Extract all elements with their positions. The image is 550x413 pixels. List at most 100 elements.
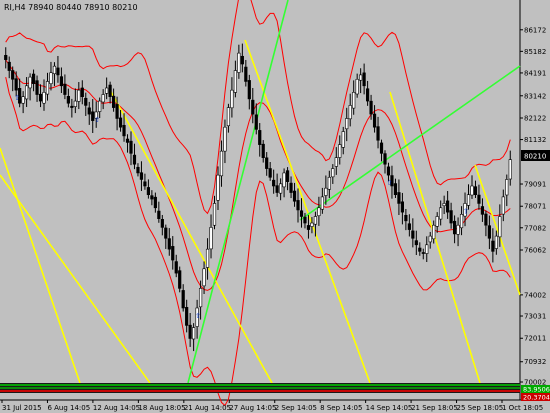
- candle-body: [282, 172, 286, 188]
- candle-body: [435, 216, 439, 227]
- candle-body: [160, 219, 164, 228]
- candle-body: [198, 288, 203, 308]
- candle-body: [188, 324, 192, 339]
- indicator-strip: [0, 383, 520, 393]
- candle-body: [418, 247, 422, 252]
- candle-body: [449, 210, 453, 224]
- candle-body: [181, 290, 185, 309]
- price-tick-label: 85182: [524, 48, 546, 56]
- candle-body: [341, 131, 345, 148]
- chart-window[interactable]: ⇧ ⇧ ⇧ ⇧ ⇧ RI,H4 78940 80440 78910 80210 8617…: [0, 0, 550, 413]
- candle-body: [470, 185, 474, 196]
- candle-body: [4, 55, 8, 60]
- candle-body: [369, 100, 373, 115]
- candle-body: [164, 227, 168, 239]
- candle-body: [498, 216, 502, 238]
- candle-body: [98, 100, 102, 112]
- candle-body: [205, 248, 210, 268]
- candle-body: [150, 195, 154, 200]
- candle-body: [494, 235, 498, 249]
- candle-body: [11, 70, 15, 80]
- candle-body: [247, 80, 251, 100]
- time-tick-label: 6 Aug 14:05: [47, 404, 90, 412]
- candle-body: [484, 213, 488, 226]
- price-tick-label: 70932: [524, 358, 546, 366]
- time-tick-label: 21 Sep 18:05: [411, 404, 458, 412]
- candle-body: [223, 126, 227, 152]
- candle-body: [400, 201, 404, 213]
- candle-body: [132, 154, 137, 165]
- time-tick-label: 14 Sep 14:05: [366, 404, 413, 412]
- candle-body: [202, 268, 206, 287]
- time-tick-label: 18 Aug 18:05: [138, 404, 185, 412]
- candle-body: [320, 196, 324, 210]
- candle-body: [122, 124, 126, 137]
- candle-body: [355, 78, 359, 95]
- candle-body: [21, 96, 25, 104]
- candle-body: [52, 65, 57, 75]
- price-tick-label: 81132: [524, 136, 546, 144]
- price-tick-label: 82122: [524, 115, 546, 123]
- candle-body: [331, 168, 335, 178]
- time-tick-label: 21 Aug 14:05: [184, 404, 231, 412]
- candle-body: [254, 114, 258, 130]
- fractal-arrow-icon: ⇧: [94, 116, 100, 124]
- candle-body: [421, 252, 425, 254]
- candle-body: [432, 224, 436, 240]
- candle-body: [219, 150, 224, 177]
- candle-body: [397, 192, 401, 204]
- candle-body: [265, 157, 269, 169]
- candle-body: [501, 196, 505, 215]
- candle-body: [258, 130, 262, 145]
- price-tick-label: 72011: [524, 335, 546, 343]
- candle-body: [508, 159, 512, 180]
- candle-body: [192, 327, 196, 340]
- candle-body: [167, 238, 171, 250]
- price-tick-label: 83142: [524, 92, 546, 100]
- candle-body: [251, 99, 255, 115]
- time-tick-label: 1 Oct 18:05: [502, 404, 543, 412]
- candle-body: [70, 105, 74, 108]
- candle-body: [77, 89, 81, 102]
- candle-body: [275, 185, 279, 193]
- candle-body: [84, 97, 88, 106]
- candle-body: [352, 92, 356, 109]
- candle-body: [272, 179, 276, 187]
- candle-body: [216, 174, 220, 201]
- candle-body: [279, 183, 283, 194]
- fractal-arrow-icon: ⇧: [195, 312, 201, 320]
- candle-body: [466, 194, 471, 206]
- candle-body: [115, 104, 119, 119]
- candle-body: [446, 200, 450, 213]
- candle-body: [379, 142, 384, 154]
- symbol-ohlc-title: RI,H4 78940 80440 78910 80210: [4, 3, 138, 12]
- candle-body: [268, 168, 272, 178]
- indicator-value-1: 83.9506: [523, 386, 550, 394]
- candle-body: [404, 214, 408, 222]
- indicator-value-2: 20.3704: [523, 394, 550, 402]
- price-tick-label: 77082: [524, 224, 546, 232]
- price-tick-label: 84191: [524, 69, 546, 77]
- candle-body: [452, 220, 457, 235]
- fractal-arrow-icon: ⇧: [14, 94, 20, 102]
- candle-body: [35, 80, 39, 95]
- price-chart[interactable]: ⇧ ⇧ ⇧ ⇧ ⇧ RI,H4 78940 80440 78910 80210 8617…: [0, 0, 550, 413]
- fractal-arrow-icon: ⇧: [463, 207, 469, 215]
- candle-body: [66, 96, 70, 104]
- candle-body: [146, 187, 150, 196]
- candle-body: [45, 81, 50, 95]
- price-tick-label: 74002: [524, 291, 546, 299]
- candle-body: [108, 84, 112, 97]
- candle-body: [411, 230, 415, 239]
- candle-body: [296, 200, 300, 211]
- candle-body: [473, 186, 478, 196]
- candle-body: [324, 187, 328, 196]
- candle-body: [233, 70, 237, 93]
- candle-body: [292, 190, 297, 202]
- candle-body: [209, 227, 213, 250]
- candle-body: [310, 222, 314, 227]
- candle-body: [237, 52, 241, 73]
- candle-body: [31, 73, 36, 84]
- candle-body: [244, 66, 248, 82]
- candle-body: [143, 181, 147, 187]
